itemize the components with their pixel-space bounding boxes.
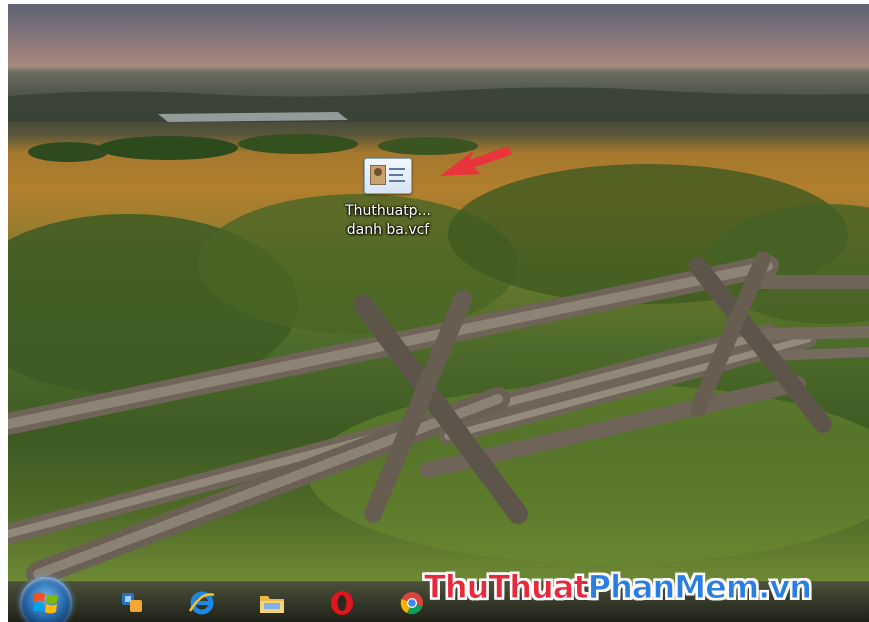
site-watermark: ThuThuatPhanMem.vn: [424, 568, 813, 607]
watermark-part3: .vn: [758, 568, 813, 607]
windows-explorer-icon: [122, 593, 142, 612]
desktop-wallpaper: [8, 4, 869, 622]
opera-icon: [331, 591, 353, 615]
taskbar-explorer-button[interactable]: [112, 586, 152, 620]
vcf-file-icon: [364, 158, 412, 194]
file-label-line2: danh ba.vcf: [346, 222, 430, 238]
taskbar-folder-button[interactable]: [252, 586, 292, 620]
file-label: Thuthuatp... danh ba.vcf: [345, 202, 431, 240]
wallpaper-scene: [8, 87, 869, 586]
file-folder-icon: [260, 596, 284, 613]
taskbar: ThuThuatPhanMem.vn: [8, 568, 869, 622]
taskbar-ie-button[interactable]: [182, 586, 222, 620]
start-button[interactable]: [20, 577, 72, 622]
watermark-part2: PhanMem: [587, 568, 759, 607]
windows-logo-icon: [33, 592, 58, 614]
internet-explorer-icon: [188, 591, 215, 615]
red-arrow-icon: [440, 146, 512, 176]
chrome-icon: [400, 592, 423, 615]
desktop-screen: Thuthuatp... danh ba.vcf ThuThuatPhanMem…: [8, 4, 869, 622]
taskbar-opera-button[interactable]: [322, 586, 362, 620]
watermark-part1: ThuThuat: [424, 568, 590, 607]
file-label-line1: Thuthuatp...: [345, 203, 431, 219]
desktop-file-vcf[interactable]: Thuthuatp... danh ba.vcf: [328, 156, 448, 248]
